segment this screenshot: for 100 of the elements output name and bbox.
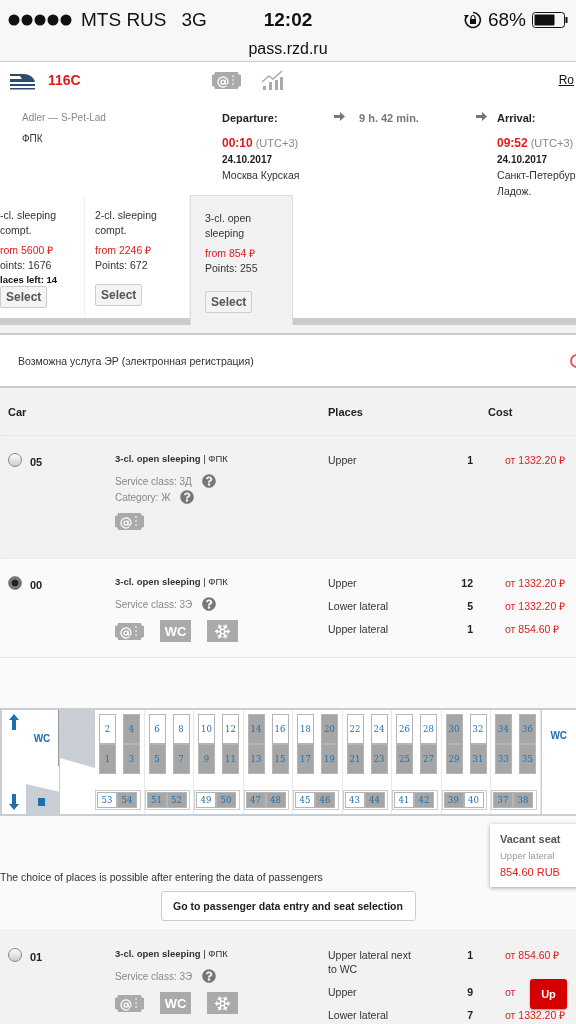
seat[interactable]: 35 [519, 744, 536, 774]
scroll-up-button[interactable]: Up [530, 979, 567, 1009]
seat[interactable]: 45 [295, 792, 315, 808]
seat[interactable]: 11 [222, 744, 239, 774]
seat[interactable]: 37 [493, 792, 513, 808]
seat[interactable]: 29 [445, 744, 463, 774]
chart-icon[interactable] [261, 70, 283, 90]
select-button[interactable]: Select [0, 286, 48, 308]
select-button[interactable]: Select [205, 291, 253, 313]
car-type: 3-cl. open sleeping | ФПК [115, 576, 229, 587]
seat[interactable]: 51 [146, 792, 167, 808]
class-price: rom 5600 ₽ [0, 243, 55, 258]
e-ticket-icon [115, 622, 144, 640]
select-button[interactable]: Select [95, 284, 143, 306]
arrival-label: Arrival: [497, 112, 537, 124]
seat[interactable]: 49 [196, 792, 216, 808]
seat[interactable]: 33 [495, 744, 512, 774]
departure-time: 00:10 [222, 136, 253, 150]
seat[interactable]: 10 [198, 714, 215, 744]
seat[interactable]: 53 [97, 792, 117, 808]
car-type: 3-cl. open sleeping | ФПК [115, 948, 229, 959]
help-icon[interactable] [201, 474, 216, 488]
seat[interactable]: 21 [346, 744, 364, 774]
car-type: 3-cl. open sleeping | ФПК [115, 453, 229, 464]
class-tab[interactable]: -cl. sleeping compt. rom 5600 ₽ oints: 1676 laces left: 14 Select [0, 195, 85, 318]
wc-label: WC [550, 730, 568, 741]
page-url[interactable]: pass.rzd.ru [248, 40, 328, 58]
seat[interactable]: 27 [420, 744, 437, 774]
seat[interactable]: 47 [245, 792, 266, 808]
seat[interactable]: 50 [216, 792, 236, 808]
class-points: oints: 1676 [0, 258, 53, 273]
e-ticket-icon [115, 994, 144, 1012]
seat[interactable]: 42 [414, 792, 434, 808]
place-count: 12 [460, 576, 473, 590]
seat[interactable]: 5 [148, 744, 166, 774]
seat[interactable]: 52 [166, 792, 187, 808]
seat[interactable]: 36 [519, 714, 536, 744]
seat[interactable]: 13 [247, 744, 265, 774]
seat[interactable]: 54 [117, 792, 137, 808]
registration-notice: Возможна услуга ЭР (электронная регистрация) [18, 354, 254, 367]
seat[interactable]: 17 [297, 744, 314, 774]
place-type: Upper [328, 985, 358, 999]
radio-button[interactable] [8, 576, 22, 590]
route-link[interactable]: Ro [558, 73, 574, 87]
help-icon[interactable] [202, 597, 217, 611]
seat[interactable]: 39 [443, 792, 464, 808]
seat[interactable]: 8 [172, 714, 190, 744]
column-header: Places [328, 406, 364, 420]
seat[interactable]: 23 [370, 744, 388, 774]
class-tab[interactable]: 3-cl. open sleeping from 854 ₽ Points: 255 Select [190, 195, 293, 325]
seat[interactable]: 31 [469, 744, 487, 774]
seat[interactable]: 7 [172, 744, 190, 774]
radio-button[interactable] [8, 948, 22, 962]
seat[interactable]: 40 [463, 792, 484, 808]
place-count: 5 [466, 599, 473, 613]
seat[interactable]: 48 [265, 792, 286, 808]
column-header: Cost [487, 406, 514, 420]
arrival-date: 24.10.2017 [497, 154, 549, 165]
seat[interactable]: 16 [271, 714, 289, 744]
place-type: Upper lateral [328, 622, 390, 636]
seat[interactable]: 3 [123, 744, 140, 774]
seat[interactable]: 6 [148, 714, 166, 744]
help-icon[interactable] [180, 490, 195, 504]
signal-icon [8, 14, 74, 26]
help-icon[interactable] [202, 969, 217, 983]
seat[interactable]: 41 [394, 792, 414, 808]
seat[interactable]: 44 [364, 792, 385, 808]
travel-duration: 9 h. 42 min. [359, 112, 419, 124]
seat[interactable]: 32 [469, 714, 487, 744]
seat[interactable]: 46 [315, 792, 335, 808]
place-count: 1 [466, 948, 473, 963]
seat[interactable]: 24 [370, 714, 388, 744]
seat[interactable]: 18 [297, 714, 314, 744]
seat[interactable]: 15 [271, 744, 289, 774]
seat[interactable]: 43 [344, 792, 365, 808]
seat[interactable]: 25 [396, 744, 413, 774]
seat[interactable]: 30 [445, 714, 463, 744]
seat[interactable]: 4 [123, 714, 140, 744]
timezone: (UTC+3) [530, 137, 574, 149]
seat[interactable]: 19 [321, 744, 338, 774]
seat[interactable]: 22 [346, 714, 364, 744]
radio-button[interactable] [8, 453, 22, 467]
alert-icon[interactable] [570, 353, 576, 368]
arrival-time: 09:52 [497, 136, 528, 150]
place-cost: от 854.60 ₽ [505, 948, 560, 963]
seat[interactable]: 20 [321, 714, 338, 744]
car-detail: Service class: 3Д [115, 475, 192, 487]
seat[interactable]: 28 [420, 714, 437, 744]
passenger-data-button[interactable]: Go to passenger data entry and seat selection [160, 891, 416, 921]
seat[interactable]: 26 [396, 714, 413, 744]
column-header: Car [7, 406, 28, 420]
seat[interactable]: 34 [495, 714, 512, 744]
seat[interactable]: 2 [99, 714, 116, 744]
seat[interactable]: 9 [198, 744, 215, 774]
seat[interactable]: 38 [513, 792, 533, 808]
seat[interactable]: 1 [99, 744, 116, 774]
seat[interactable]: 14 [247, 714, 265, 744]
e-ticket-icon [212, 71, 241, 89]
seat[interactable]: 12 [222, 714, 239, 744]
class-points: Points: 672 [95, 258, 149, 273]
